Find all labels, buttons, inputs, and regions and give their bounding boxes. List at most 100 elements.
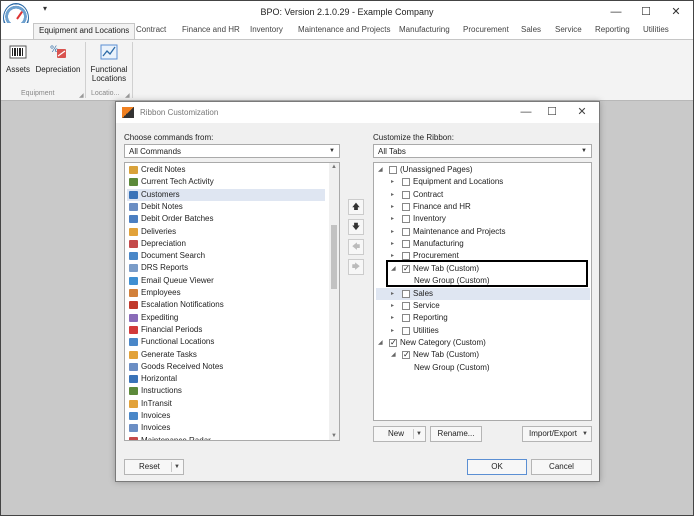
- tree-checkbox[interactable]: [402, 314, 410, 323]
- scroll-down-icon[interactable]: ▼: [329, 433, 339, 439]
- minimize-button[interactable]: —: [601, 4, 631, 20]
- command-item[interactable]: Goods Received Notes: [127, 361, 325, 373]
- tab-reporting[interactable]: Reporting: [595, 25, 630, 34]
- ok-button[interactable]: OK: [467, 459, 527, 475]
- command-item[interactable]: Invoices: [127, 410, 325, 422]
- expand-arrow-icon[interactable]: ▸: [391, 201, 394, 213]
- tree-checkbox[interactable]: ✓: [389, 338, 397, 347]
- tree-checkbox[interactable]: [402, 227, 410, 236]
- tree-item[interactable]: ▸ Finance and HR: [376, 201, 590, 213]
- tree-checkbox[interactable]: [402, 215, 410, 224]
- expand-arrow-icon[interactable]: ▸: [391, 226, 394, 238]
- tab-equipment-and-locations[interactable]: Equipment and Locations: [33, 23, 136, 40]
- collapse-arrow-icon[interactable]: ◢: [378, 337, 383, 349]
- group-launcher-icon[interactable]: ◢: [125, 92, 130, 99]
- command-item[interactable]: Horizontal: [127, 373, 325, 385]
- tab-inventory[interactable]: Inventory: [250, 25, 283, 34]
- reset-button[interactable]: Reset ▼: [124, 459, 184, 475]
- tab-finance-and-hr[interactable]: Finance and HR: [182, 25, 240, 34]
- expand-arrow-icon[interactable]: ▸: [391, 288, 394, 300]
- command-item[interactable]: Deliveries: [127, 226, 325, 238]
- rename-button[interactable]: Rename...: [430, 426, 482, 442]
- tree-item[interactable]: ▸ Reporting: [376, 312, 590, 324]
- command-item[interactable]: Invoices: [127, 422, 325, 434]
- tree-item[interactable]: ▸ Equipment and Locations: [376, 176, 590, 188]
- depreciation-button[interactable]: % Depreciation: [35, 43, 81, 74]
- maximize-button[interactable]: ☐: [631, 4, 661, 20]
- dialog-close-button[interactable]: ✕: [570, 105, 594, 120]
- command-item[interactable]: Credit Notes: [127, 164, 325, 176]
- command-item[interactable]: Current Tech Activity: [127, 176, 325, 188]
- expand-arrow-icon[interactable]: ▸: [391, 189, 394, 201]
- expand-arrow-icon[interactable]: ▸: [391, 325, 394, 337]
- collapse-arrow-icon[interactable]: ◢: [378, 164, 383, 176]
- command-item[interactable]: Employees: [127, 287, 325, 299]
- expand-arrow-icon[interactable]: ▸: [391, 312, 394, 324]
- command-item[interactable]: Debit Notes: [127, 201, 325, 213]
- tree-item[interactable]: ▸ Inventory: [376, 213, 590, 225]
- tab-procurement[interactable]: Procurement: [463, 25, 509, 34]
- tree-checkbox[interactable]: [402, 240, 410, 249]
- scroll-up-icon[interactable]: ▲: [329, 164, 339, 170]
- tree-checkbox[interactable]: [402, 289, 410, 298]
- tree-checkbox[interactable]: [389, 166, 397, 174]
- tab-contract[interactable]: Contract: [136, 25, 166, 34]
- cancel-button[interactable]: Cancel: [531, 459, 592, 475]
- command-item[interactable]: DRS Reports: [127, 262, 325, 274]
- tab-sales[interactable]: Sales: [521, 25, 541, 34]
- tree-item[interactable]: ▸ Utilities: [376, 325, 590, 337]
- tree-checkbox[interactable]: [402, 301, 410, 310]
- command-item[interactable]: Document Search: [127, 250, 325, 262]
- commands-scrollbar[interactable]: ▲ ▼: [329, 163, 339, 440]
- command-item[interactable]: Functional Locations: [127, 336, 325, 348]
- close-button[interactable]: ✕: [661, 4, 691, 20]
- commands-list[interactable]: Credit Notes Current Tech Activity Custome…: [124, 162, 340, 441]
- tree-checkbox[interactable]: [402, 326, 410, 335]
- tree-item[interactable]: ◢ (Unassigned Pages): [376, 164, 590, 176]
- tree-checkbox[interactable]: [402, 190, 410, 199]
- tree-item[interactable]: ▸ Maintenance and Projects: [376, 226, 590, 238]
- tabs-filter-select[interactable]: All Tabs ▼: [373, 144, 592, 158]
- tab-maintenance-and-projects[interactable]: Maintenance and Projects: [298, 25, 391, 34]
- new-button[interactable]: New ▼: [373, 426, 426, 442]
- import-export-button[interactable]: Import/Export ▼: [522, 426, 592, 442]
- tree-item[interactable]: ▸ Sales: [376, 287, 590, 300]
- tree-item[interactable]: ▸ Service: [376, 300, 590, 312]
- command-item[interactable]: Expediting: [127, 312, 325, 324]
- scroll-thumb[interactable]: [331, 225, 337, 289]
- expand-arrow-icon[interactable]: ▸: [391, 238, 394, 250]
- dialog-minimize-button[interactable]: —: [514, 105, 538, 120]
- command-item[interactable]: InTransit: [127, 398, 325, 410]
- tab-service[interactable]: Service: [555, 25, 582, 34]
- command-item[interactable]: Customers: [127, 188, 325, 201]
- command-item[interactable]: Email Queue Viewer: [127, 275, 325, 287]
- tree-item[interactable]: ▸ Contract: [376, 189, 590, 201]
- command-item[interactable]: Generate Tasks: [127, 349, 325, 361]
- expand-arrow-icon[interactable]: ▸: [391, 213, 394, 225]
- command-item[interactable]: Maintenance Radar: [127, 435, 325, 440]
- ribbon-tree[interactable]: ◢ (Unassigned Pages) ▸ Equipment and Locati…: [373, 162, 592, 421]
- tree-item[interactable]: ◢ ✓ New Category (Custom): [376, 337, 590, 349]
- command-item[interactable]: Escalation Notifications: [127, 299, 325, 311]
- move-up-button[interactable]: 🡅: [348, 199, 364, 215]
- tree-item[interactable]: New Group (Custom): [376, 362, 590, 374]
- command-item[interactable]: Instructions: [127, 385, 325, 397]
- tree-checkbox[interactable]: [402, 178, 410, 187]
- tree-item[interactable]: ◢ ✓ New Tab (Custom): [376, 349, 590, 361]
- expand-arrow-icon[interactable]: ▸: [391, 300, 394, 312]
- functional-locations-button[interactable]: Functional Locations: [89, 43, 129, 83]
- tab-utilities[interactable]: Utilities: [643, 25, 669, 34]
- group-launcher-icon[interactable]: ◢: [79, 92, 84, 99]
- command-item[interactable]: Financial Periods: [127, 324, 325, 336]
- tree-item[interactable]: ▸ Manufacturing: [376, 238, 590, 250]
- command-item[interactable]: Debit Order Batches: [127, 213, 325, 225]
- tab-manufacturing[interactable]: Manufacturing: [399, 25, 450, 34]
- commands-source-select[interactable]: All Commands ▼: [124, 144, 340, 158]
- assets-button[interactable]: Assets: [5, 43, 31, 74]
- add-button[interactable]: 🡆: [348, 259, 364, 275]
- tree-checkbox[interactable]: ✓: [402, 351, 410, 360]
- collapse-arrow-icon[interactable]: ◢: [391, 349, 396, 361]
- tree-checkbox[interactable]: [402, 203, 410, 212]
- command-item[interactable]: Depreciation: [127, 238, 325, 250]
- dialog-maximize-button[interactable]: ☐: [540, 105, 564, 120]
